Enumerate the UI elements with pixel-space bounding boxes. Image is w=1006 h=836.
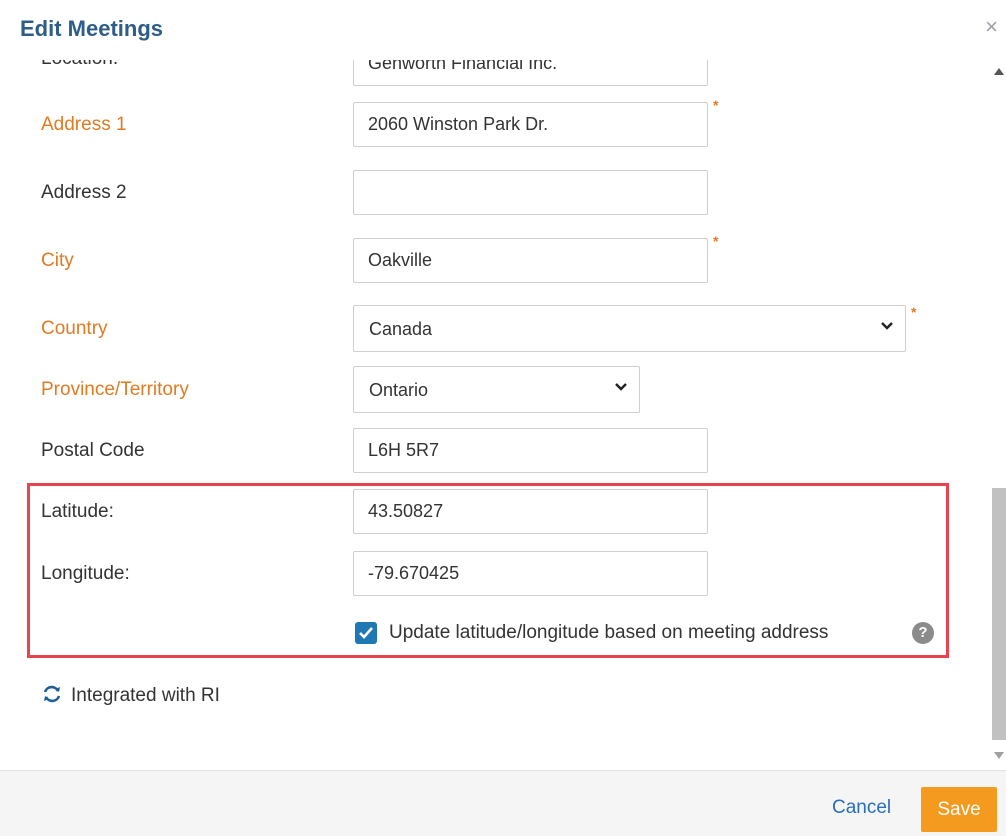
scrollbar-thumb[interactable]: [992, 488, 1006, 740]
address1-required-mark: *: [713, 97, 719, 113]
chevron-down-icon: [881, 322, 893, 330]
checkmark-icon: [359, 627, 373, 639]
city-required-mark: *: [713, 233, 719, 249]
cancel-button[interactable]: Cancel: [832, 797, 891, 819]
city-input[interactable]: [353, 238, 708, 283]
latitude-label: Latitude:: [41, 501, 114, 522]
postal-code-input[interactable]: [353, 428, 708, 473]
chevron-down-icon: [615, 383, 627, 391]
country-label: Country: [41, 318, 108, 339]
address2-input[interactable]: [353, 170, 708, 215]
province-selected-value: Ontario: [369, 380, 429, 400]
dialog-footer: Cancel Save: [0, 770, 1006, 836]
country-selected-value: Canada: [369, 319, 433, 339]
country-select[interactable]: Canada: [353, 305, 906, 352]
location-label: Location:: [41, 60, 118, 70]
postal-code-label: Postal Code: [41, 440, 145, 461]
province-select[interactable]: Ontario: [353, 366, 640, 413]
edit-meetings-dialog: Edit Meetings × Location: Address 1 * Ad…: [0, 0, 1006, 836]
close-icon[interactable]: ×: [985, 14, 998, 40]
country-required-mark: *: [911, 304, 917, 320]
scrollbar[interactable]: [992, 60, 1006, 770]
integration-label: Integrated with RI: [71, 685, 220, 706]
scroll-down-arrow-icon[interactable]: [994, 752, 1004, 759]
integration-status: Integrated with RI: [41, 684, 220, 707]
latitude-input[interactable]: [353, 489, 708, 534]
update-geo-label[interactable]: Update latitude/longitude based on meeti…: [389, 622, 828, 644]
help-icon[interactable]: ?: [912, 622, 934, 644]
address1-label: Address 1: [41, 114, 127, 135]
dialog-body: Location: Address 1 * Address 2 City * C…: [0, 60, 1006, 770]
save-button[interactable]: Save: [921, 787, 997, 832]
city-label: City: [41, 250, 74, 271]
dialog-header: Edit Meetings ×: [0, 0, 1006, 60]
province-label: Province/Territory: [41, 379, 189, 400]
sync-icon: [43, 685, 61, 703]
dialog-title: Edit Meetings: [20, 16, 164, 41]
longitude-input[interactable]: [353, 551, 708, 596]
address2-label: Address 2: [41, 182, 127, 203]
address1-input[interactable]: [353, 102, 708, 147]
update-geo-checkbox[interactable]: [355, 622, 377, 644]
location-input[interactable]: [353, 60, 708, 86]
scroll-up-arrow-icon[interactable]: [994, 68, 1004, 75]
longitude-label: Longitude:: [41, 563, 130, 584]
